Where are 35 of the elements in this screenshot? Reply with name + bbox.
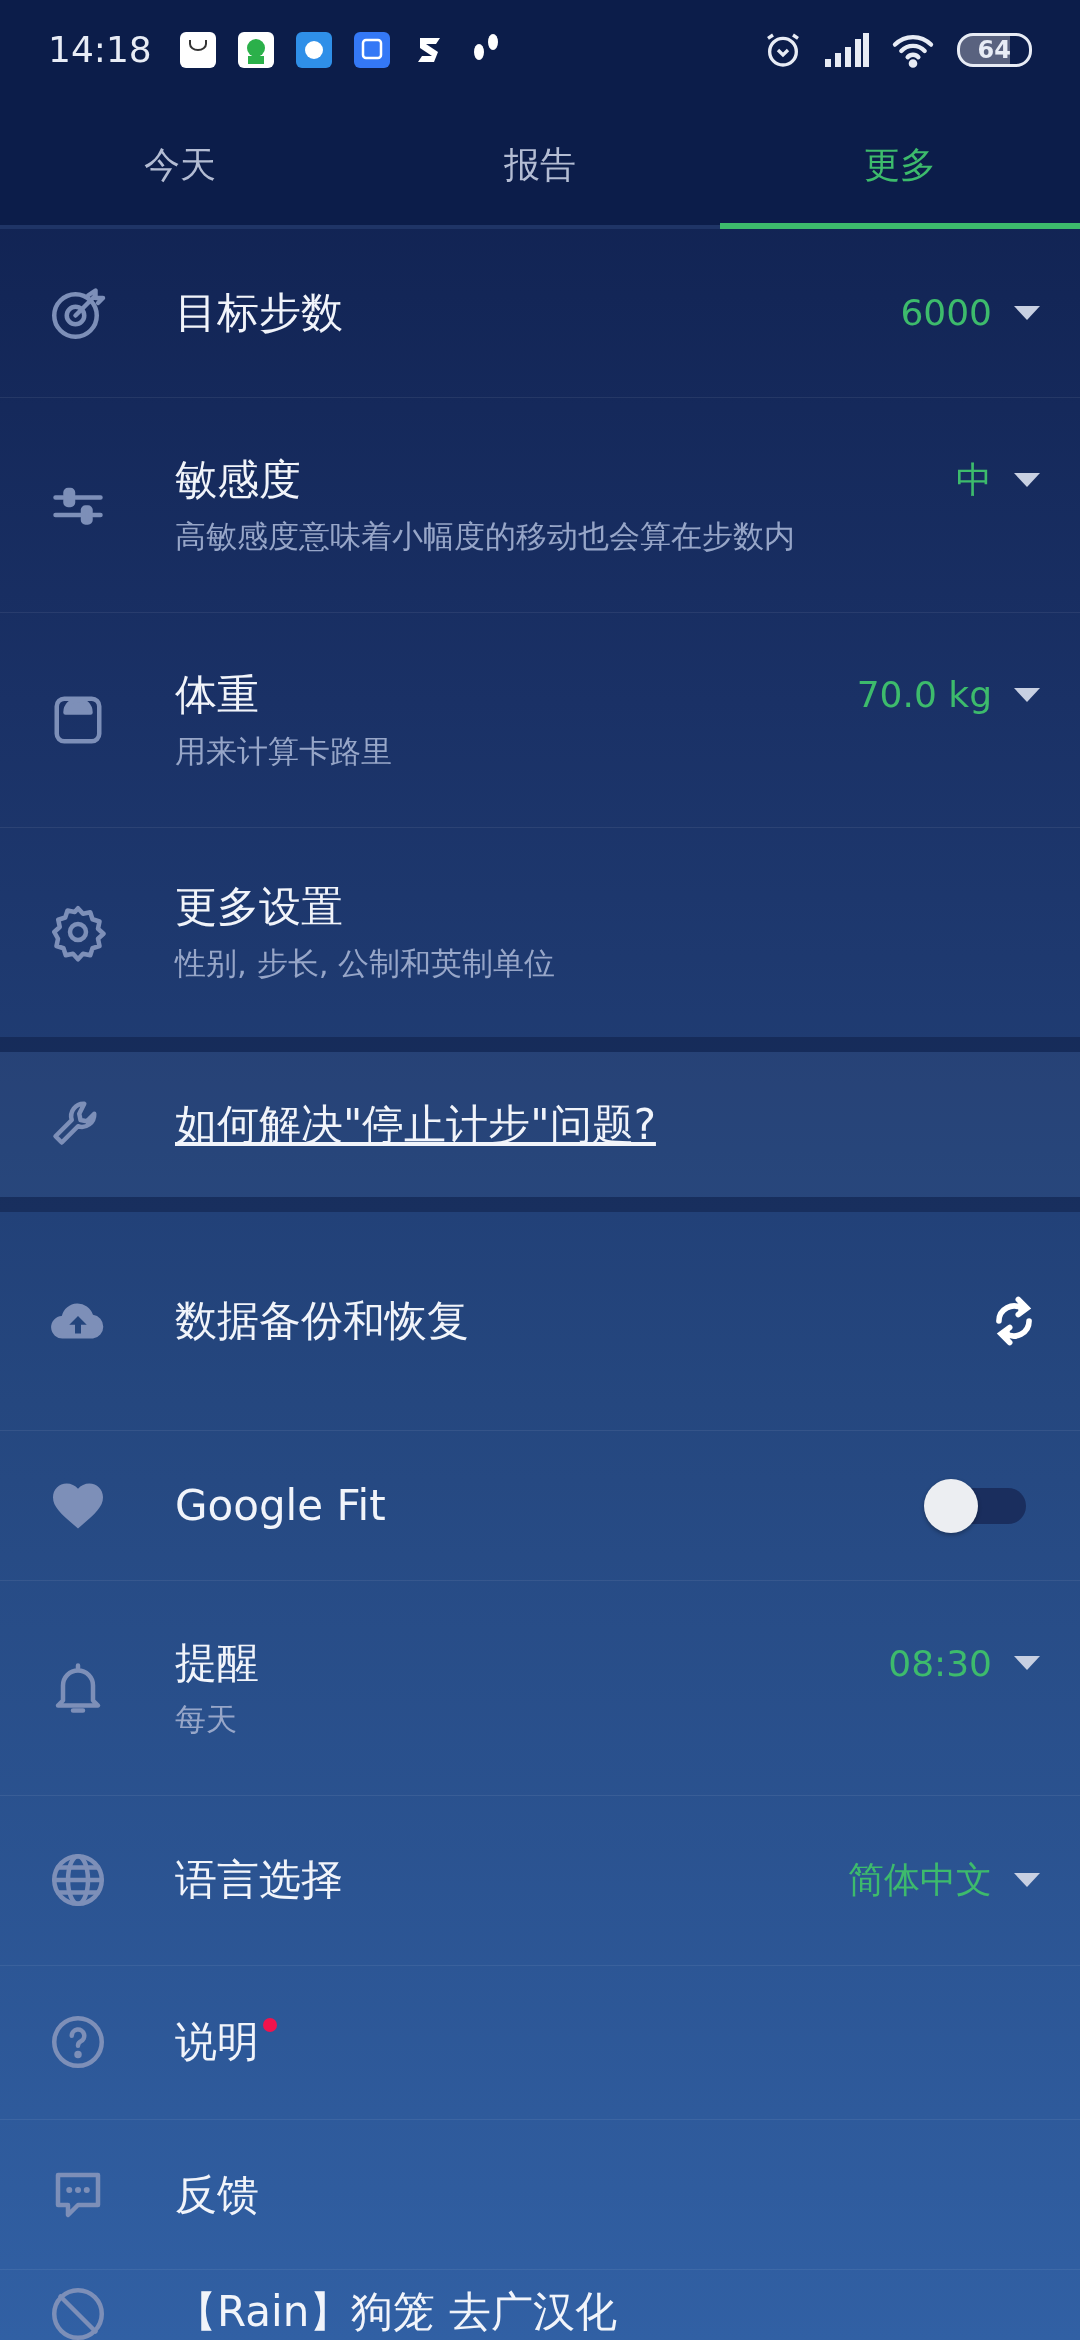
value-dropdown[interactable]: 中 — [956, 455, 1040, 505]
setting-title[interactable]: 数据备份和恢复 — [175, 1293, 469, 1350]
setting-title[interactable]: 语言选择 — [175, 1852, 343, 1909]
setting-subtitle: 性别, 步长, 公制和英制单位 — [175, 944, 557, 984]
status-time: 14:18 — [48, 29, 152, 71]
setting-title[interactable]: 说明 — [175, 2014, 259, 2071]
value-dropdown[interactable]: 6000 — [900, 292, 1040, 334]
setting-title[interactable]: 敏感度 — [175, 452, 301, 509]
forum-app-icon — [353, 31, 390, 68]
signal-icon — [824, 32, 869, 67]
setting-subtitle: 用来计算卡路里 — [175, 731, 393, 771]
caret-icon — [1014, 1873, 1040, 1888]
caret-icon — [1014, 687, 1040, 702]
tab[interactable]: 报告 — [360, 99, 720, 229]
setting-subtitle: 每天 — [175, 1700, 238, 1740]
caret-icon — [1014, 473, 1040, 488]
shop-app-icon — [179, 31, 216, 68]
setting-title[interactable]: Google Fit — [175, 1481, 386, 1531]
value-dropdown[interactable]: 70.0 kg — [856, 674, 1040, 716]
bubble-app-icon — [295, 31, 332, 68]
setting-subtitle: 高敏感度意味着小幅度的移动也会算在步数内 — [175, 517, 796, 557]
setting-title[interactable]: 目标步数 — [175, 284, 343, 341]
mascot-app-icon — [237, 31, 274, 68]
setting-title[interactable]: 反馈 — [175, 2166, 259, 2223]
setting-title[interactable]: 更多设置 — [175, 879, 343, 936]
battery-indicator: 64 — [956, 32, 1032, 67]
tab[interactable]: 今天 — [0, 99, 360, 229]
setting-title[interactable]: 体重 — [175, 666, 259, 723]
tab[interactable]: 更多 — [720, 99, 1080, 229]
caret-icon — [1014, 1656, 1040, 1671]
setting-title[interactable]: 提醒 — [175, 1635, 259, 1692]
help-link[interactable]: 如何解决"停止计步"问题? — [175, 1096, 656, 1153]
caret-icon — [1014, 305, 1040, 320]
setting-title[interactable]: 【Rain】狗笼 去广汉化 — [175, 2284, 617, 2340]
toggle-switch[interactable] — [924, 1477, 1028, 1534]
